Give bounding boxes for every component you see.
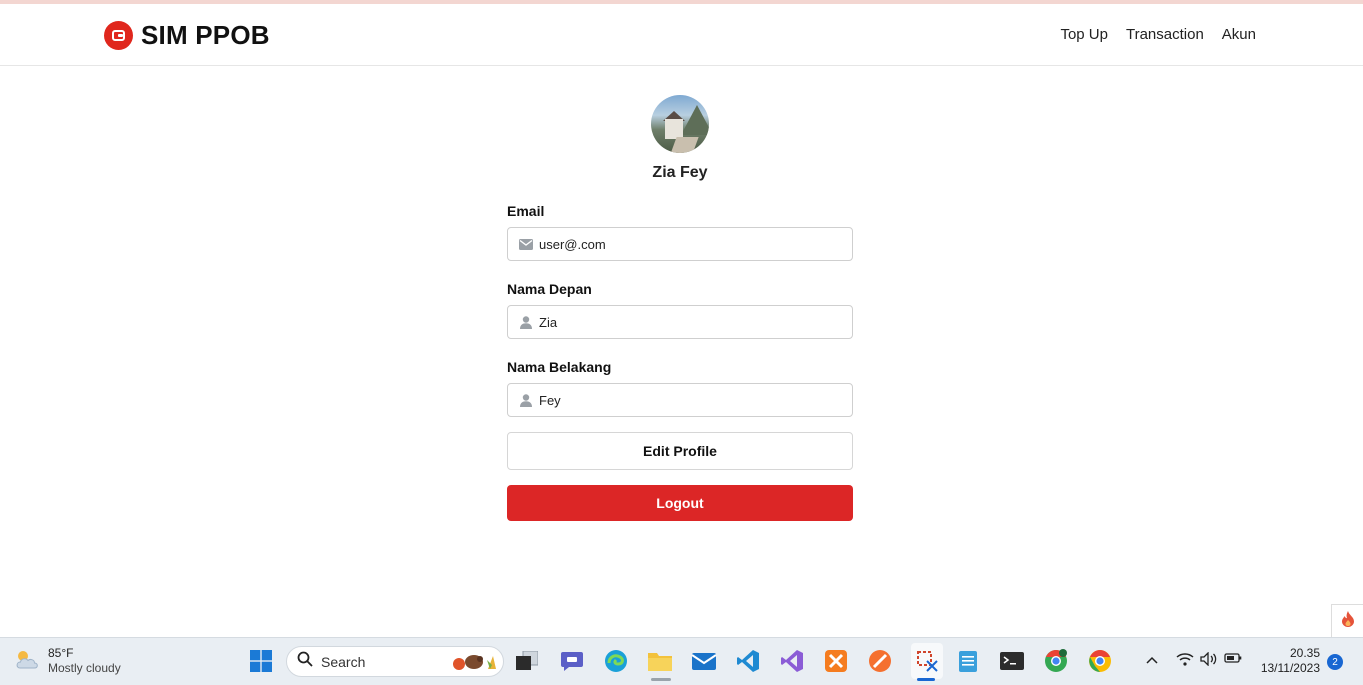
nav-top-up-link[interactable]: Top Up (1060, 26, 1108, 43)
email-field[interactable]: user@.com (507, 227, 853, 261)
file-explorer-icon[interactable] (647, 648, 673, 674)
search-placeholder: Search (321, 653, 366, 670)
profile-section: Zia Fey Email user@.com Nama Depan Zia N… (507, 95, 853, 521)
visual-studio-icon[interactable] (779, 648, 805, 674)
navbar: SIM PPOB Top Up Transaction Akun (0, 4, 1363, 66)
logout-button[interactable]: Logout (507, 485, 853, 521)
last-name-field[interactable]: Fey (507, 383, 853, 417)
snipping-tool-icon[interactable] (911, 643, 943, 679)
last-name-value: Fey (539, 392, 561, 408)
wifi-icon[interactable] (1176, 652, 1194, 669)
search-icon (297, 651, 313, 672)
edit-profile-button[interactable]: Edit Profile (507, 432, 853, 470)
email-value: user@.com (539, 236, 606, 252)
snipping-tool-active-indicator (917, 678, 935, 681)
notification-badge[interactable]: 2 (1327, 654, 1343, 670)
file-explorer-running-indicator (651, 678, 671, 681)
clock[interactable]: 20.35 13/11/2023 (1256, 646, 1320, 676)
xampp-icon[interactable] (823, 648, 849, 674)
user-icon (519, 315, 533, 329)
first-name-value: Zia (539, 314, 558, 330)
chevron-up-icon[interactable] (1145, 654, 1159, 668)
avatar[interactable] (651, 95, 709, 153)
paw-app-icon[interactable] (867, 648, 893, 674)
battery-icon[interactable] (1224, 652, 1242, 667)
notepad-icon[interactable] (955, 648, 981, 674)
last-name-label: Nama Belakang (507, 359, 612, 375)
brand-name: SIM PPOB (141, 20, 270, 50)
first-name-field[interactable]: Zia (507, 305, 853, 339)
nav-transaction-link[interactable]: Transaction (1126, 26, 1204, 43)
email-label: Email (507, 203, 545, 219)
weather-temp: 85°F (48, 646, 74, 660)
nav-links: Top Up Transaction Akun (1060, 26, 1256, 43)
chrome-icon[interactable] (1087, 648, 1113, 674)
edge-browser-icon[interactable] (603, 648, 629, 674)
volume-icon[interactable] (1200, 651, 1218, 669)
nav-akun-link[interactable]: Akun (1222, 26, 1256, 43)
chrome-profile-icon[interactable] (1043, 648, 1069, 674)
taskbar-search[interactable]: Search (286, 646, 504, 677)
taskbar: 85°F Mostly cloudy Search 20.35 13/11/20… (0, 637, 1363, 685)
terminal-icon[interactable] (999, 648, 1025, 674)
cloud-sun-icon (14, 648, 40, 675)
clock-date: 13/11/2023 (1260, 661, 1320, 675)
weather-desc: Mostly cloudy (48, 661, 121, 675)
wallet-logo-icon (104, 21, 133, 50)
envelope-icon (519, 237, 533, 251)
flame-icon (1341, 610, 1355, 632)
user-icon (519, 393, 533, 407)
first-name-label: Nama Depan (507, 281, 592, 297)
profile-name: Zia Fey (652, 164, 708, 181)
search-highlight-icon (452, 653, 498, 676)
brand[interactable]: SIM PPOB (104, 20, 270, 51)
vscode-icon[interactable] (735, 648, 761, 674)
mail-icon[interactable] (691, 648, 717, 674)
side-flame-tab[interactable] (1331, 604, 1363, 638)
teams-chat-icon[interactable] (559, 648, 585, 674)
task-view-icon[interactable] (514, 648, 540, 674)
weather-widget[interactable]: 85°F Mostly cloudy (14, 646, 121, 676)
windows-start-icon[interactable] (248, 648, 274, 674)
clock-time: 20.35 (1289, 646, 1320, 660)
